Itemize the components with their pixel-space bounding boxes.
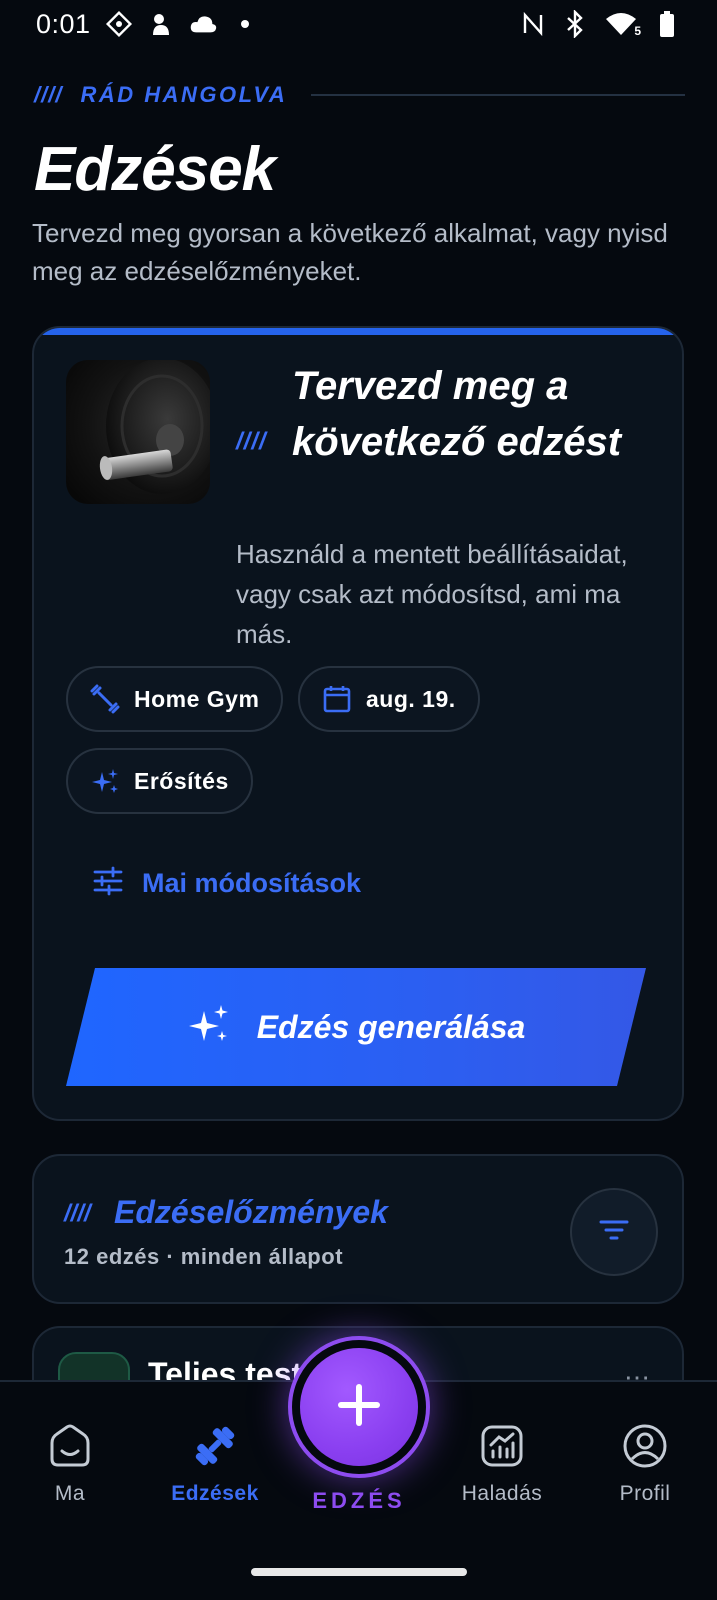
fab-label: EDZÉS [312, 1488, 406, 1513]
nav-label-profile: Profil [619, 1482, 671, 1505]
history-card[interactable]: //// Edzéselőzmények 12 edzés · minden á… [32, 1154, 684, 1304]
android-icon [147, 10, 175, 38]
grid-badge-icon [105, 10, 133, 38]
wifi-icon: 5 [603, 10, 641, 38]
fab-core[interactable] [300, 1348, 418, 1466]
home-icon [46, 1422, 94, 1470]
battery-icon [653, 10, 681, 38]
card-accent-bar [34, 328, 682, 335]
nav-item-progress[interactable]: Haladás [432, 1422, 572, 1506]
chart-icon [478, 1422, 526, 1470]
nav-item-profile[interactable]: Profil [575, 1422, 715, 1506]
chip-location-label: Home Gym [134, 685, 260, 712]
chip-focus[interactable]: Erősítés [66, 748, 253, 814]
status-time: 0:01 [36, 8, 91, 39]
filter-icon [598, 1218, 630, 1247]
modifications-button[interactable]: Mai módosítások [92, 866, 361, 901]
profile-icon [621, 1422, 669, 1470]
dot-icon [231, 10, 259, 38]
chip-location[interactable]: Home Gym [66, 666, 284, 732]
sliders-icon [92, 866, 124, 901]
plus-icon [335, 1381, 383, 1434]
dumbbell-icon [90, 684, 120, 714]
status-bar: 0:01 5 [0, 0, 717, 48]
nav-item-today[interactable]: Ma [0, 1422, 140, 1506]
chip-date-label: aug. 19. [366, 685, 456, 712]
start-workout-fab[interactable] [288, 1336, 430, 1478]
history-title: Edzéselőzmények [114, 1194, 388, 1230]
eyebrow-slashes: //// [34, 82, 63, 107]
plan-card-title: Tervezd meg a következő edzést [292, 364, 622, 464]
card-slashes: //// [236, 428, 267, 455]
plan-card-description: Használd a mentett beállításaidat, vagy … [236, 539, 628, 649]
bluetooth-icon [561, 10, 589, 38]
modifications-label: Mai módosítások [142, 868, 362, 898]
home-indicator[interactable] [251, 1568, 467, 1576]
chip-focus-label: Erősítés [134, 767, 229, 794]
plan-card: //// Tervezd meg a következő edzést Hasz… [32, 326, 684, 1121]
cloud-icon [189, 10, 217, 38]
filter-button[interactable] [570, 1188, 658, 1276]
sparkle-icon [90, 766, 120, 796]
generate-workout-button[interactable]: Edzés generálása [66, 968, 646, 1086]
barbell-plate-image [66, 360, 210, 504]
nav-label-progress: Haladás [461, 1482, 543, 1505]
calendar-icon [322, 684, 352, 714]
history-subtitle: 12 edzés · minden állapot [64, 1244, 344, 1269]
nav-item-workouts[interactable]: Edzések [145, 1422, 285, 1506]
chip-date[interactable]: aug. 19. [298, 666, 480, 732]
dumbbell-icon [191, 1422, 239, 1470]
wifi-badge: 5 [634, 24, 641, 38]
eyebrow-divider [311, 94, 685, 96]
nfc-icon [519, 10, 547, 38]
sparkles-icon [187, 1003, 231, 1052]
page-title: Edzések [34, 135, 276, 204]
nav-label-workouts: Edzések [171, 1482, 259, 1505]
history-slashes: //// [64, 1200, 91, 1227]
eyebrow-label: RÁD HANGOLVA [80, 82, 288, 107]
page-subtitle: Tervezd meg gyorsan a következő alkalmat… [32, 218, 668, 286]
eyebrow: //// RÁD HANGOLVA [34, 82, 685, 108]
generate-workout-label: Edzés generálása [256, 1008, 526, 1045]
nav-label-today: Ma [54, 1482, 86, 1505]
